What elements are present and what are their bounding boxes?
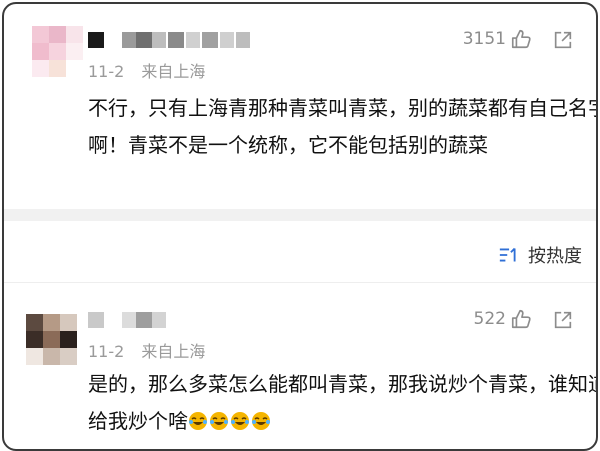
comment-meta: 11-2 来自上海: [88, 338, 217, 362]
comment-text-wrap: 是的，那么多菜怎么能都叫青菜，那我说炒个青菜，谁知道给我炒个啥: [88, 366, 598, 440]
like-button[interactable]: 3151: [463, 28, 532, 50]
laugh-cry-icon: [252, 412, 270, 430]
like-button[interactable]: 522: [474, 308, 532, 330]
comment-meta: 11-2 来自上海: [88, 58, 217, 82]
comment-text: 是的，那么多菜怎么能都叫青菜，那我说炒个青菜，谁知道给我炒个啥: [88, 372, 598, 433]
laugh-cry-icon: [210, 412, 228, 430]
sort-icon: [499, 247, 516, 262]
comment-date: 11-2: [88, 342, 125, 361]
thumbs-up-icon: [511, 309, 531, 329]
comment-location: 来自上海: [141, 342, 206, 361]
divider: [4, 282, 596, 283]
like-count: 522: [473, 309, 506, 329]
laugh-cry-icon: [189, 412, 207, 430]
emoji-group: [188, 409, 272, 433]
avatar[interactable]: [26, 314, 78, 366]
username-redacted[interactable]: [88, 32, 258, 54]
username-redacted[interactable]: [88, 312, 178, 334]
comment-panel: 11-2 来自上海 3151 不行，只有上海青那种青菜叫青菜，别的蔬菜都有自己名…: [2, 2, 598, 451]
like-count: 3151: [462, 29, 506, 49]
share-icon[interactable]: [552, 29, 574, 51]
thumbs-up-icon: [511, 29, 531, 49]
share-icon[interactable]: [552, 309, 574, 331]
sort-by-hot-button[interactable]: 按热度: [498, 242, 582, 268]
section-divider: [4, 209, 596, 221]
comment-item: 11-2 来自上海 522 是的，那么多菜怎么能都叫青菜，那我说炒个青菜，谁知道…: [4, 294, 598, 449]
comment-item: 11-2 来自上海 3151 不行，只有上海青那种青菜叫青菜，别的蔬菜都有自己名…: [4, 4, 596, 204]
sort-label: 按热度: [528, 246, 582, 267]
comment-date: 11-2: [88, 62, 125, 81]
laugh-cry-icon: [231, 412, 249, 430]
avatar[interactable]: [32, 26, 84, 78]
comment-text: 不行，只有上海青那种青菜叫青菜，别的蔬菜都有自己名字啊！青菜不是一个统称，它不能…: [88, 96, 598, 157]
comment-location: 来自上海: [141, 62, 206, 81]
